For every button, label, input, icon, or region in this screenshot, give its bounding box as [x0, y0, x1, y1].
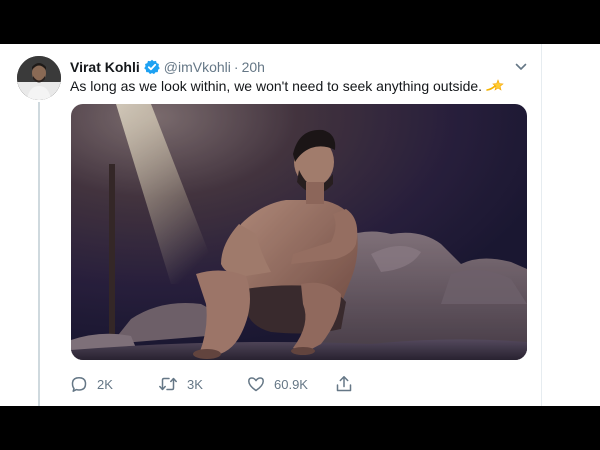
column-divider — [541, 44, 542, 406]
retweet-button[interactable]: 3K — [158, 374, 203, 394]
like-count: 60.9K — [274, 376, 308, 392]
sparkle-emoji-icon — [486, 78, 504, 94]
separator-dot: · — [233, 59, 239, 75]
verified-badge-icon — [143, 59, 160, 75]
retweet-icon — [159, 377, 177, 391]
tweet-timestamp[interactable]: 20h — [242, 59, 265, 75]
tweet-actions: 2K 3K 60.9K — [70, 374, 370, 394]
like-button[interactable]: 60.9K — [247, 374, 308, 394]
share-button[interactable] — [335, 374, 353, 394]
tweet-header: Virat Kohli @imVkohli · 20h — [70, 58, 265, 76]
tweet-card[interactable]: Virat Kohli @imVkohli · 20h As long as w… — [0, 44, 600, 406]
reply-button[interactable]: 2K — [70, 374, 113, 394]
author-name[interactable]: Virat Kohli — [70, 59, 140, 75]
retweet-count: 3K — [187, 376, 203, 392]
tweet-body: As long as we look within, we won't need… — [70, 78, 504, 94]
author-handle[interactable]: @imVkohli — [164, 59, 231, 75]
share-icon — [336, 376, 352, 392]
tweet-text: As long as we look within, we won't need… — [70, 78, 483, 94]
reply-icon — [71, 377, 87, 392]
avatar[interactable] — [17, 56, 61, 100]
tweet-photo[interactable] — [71, 104, 527, 360]
heart-icon — [248, 377, 264, 392]
thread-line — [38, 102, 40, 406]
chevron-down-icon[interactable] — [512, 58, 530, 76]
reply-count: 2K — [97, 376, 113, 392]
